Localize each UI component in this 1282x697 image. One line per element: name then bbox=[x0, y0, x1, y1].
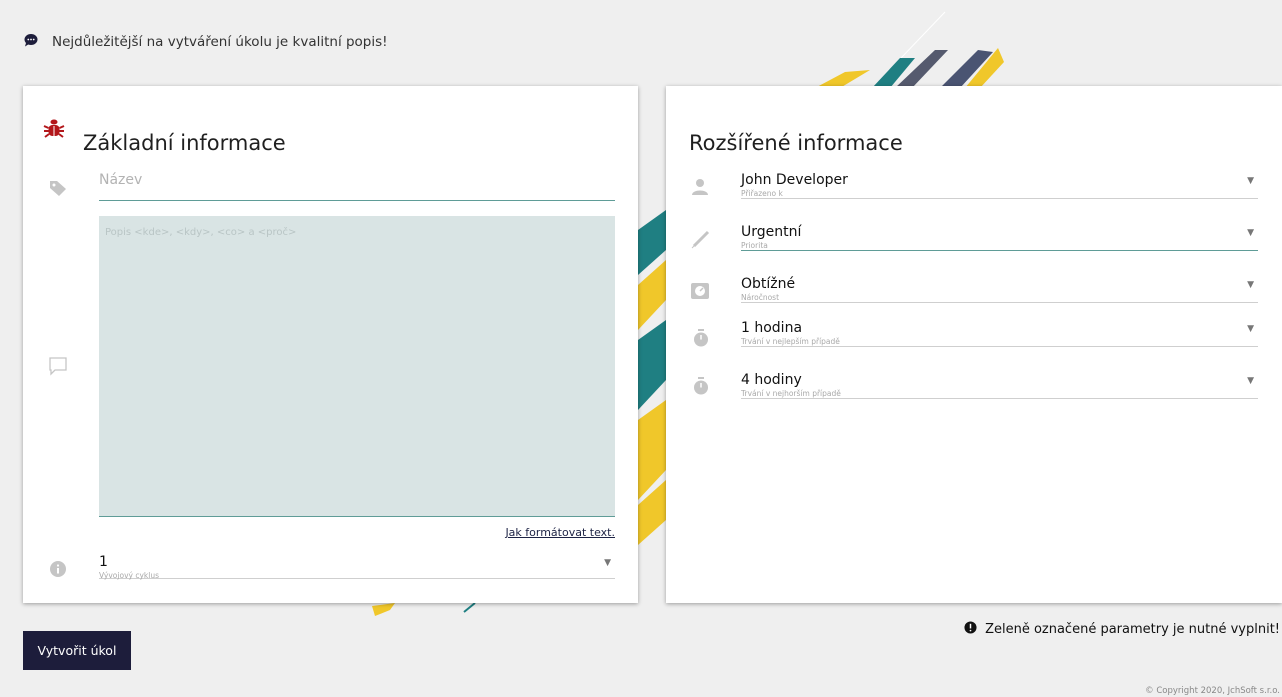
basic-info-card: Základní informace Jak formátovat text. … bbox=[23, 86, 638, 603]
tip-banner: Nejdůležitější na vytváření úkolu je kva… bbox=[24, 33, 388, 51]
chevron-down-icon[interactable]: ▼ bbox=[1247, 280, 1254, 290]
worst-case-duration-select[interactable]: 4 hodiny Trvání v nejhorším případě ▼ bbox=[741, 372, 1258, 399]
task-name-input[interactable] bbox=[99, 168, 615, 188]
user-icon bbox=[691, 178, 709, 196]
extended-info-card: Rozšířené informace John Developer Přiřa… bbox=[666, 86, 1282, 603]
priority-select[interactable]: Urgentní Priorita ▼ bbox=[741, 224, 1258, 251]
difficulty-label: Náročnost bbox=[741, 293, 780, 302]
assignee-select[interactable]: John Developer Přiřazeno k ▼ bbox=[741, 172, 1258, 199]
tip-text: Nejdůležitější na vytváření úkolu je kva… bbox=[52, 34, 388, 50]
best-case-duration-select[interactable]: 1 hodina Trvání v nejlepším případě ▼ bbox=[741, 320, 1258, 347]
chevron-down-icon[interactable]: ▼ bbox=[1247, 376, 1254, 386]
comment-icon bbox=[48, 356, 68, 376]
chevron-down-icon[interactable]: ▼ bbox=[1247, 228, 1254, 238]
best-case-value: 1 hodina bbox=[741, 320, 803, 336]
tag-icon bbox=[49, 179, 67, 197]
chat-bubble-icon bbox=[24, 33, 38, 51]
difficulty-select[interactable]: Obtížné Náročnost ▼ bbox=[741, 276, 1258, 303]
gauge-icon bbox=[690, 281, 710, 301]
description-field[interactable] bbox=[99, 216, 615, 517]
best-case-label: Trvání v nejlepším případě bbox=[741, 337, 840, 346]
difficulty-value: Obtížné bbox=[741, 276, 796, 292]
description-textarea[interactable] bbox=[99, 216, 615, 516]
copyright-text: © Copyright 2020, JchSoft s.r.o. bbox=[1145, 686, 1280, 696]
priority-label: Priorita bbox=[741, 241, 768, 250]
chevron-down-icon[interactable]: ▼ bbox=[1247, 324, 1254, 334]
required-fields-note: Zeleně označené parametry je nutné vypln… bbox=[964, 621, 1280, 638]
assignee-label: Přiřazeno k bbox=[741, 189, 783, 198]
syringe-icon bbox=[691, 229, 711, 249]
worst-case-label: Trvání v nejhorším případě bbox=[741, 389, 841, 398]
dev-cycle-select[interactable]: 1 Vývojový cyklus ▼ bbox=[99, 554, 615, 580]
create-task-button[interactable]: Vytvořit úkol bbox=[23, 631, 131, 670]
stopwatch-icon bbox=[693, 329, 709, 347]
basic-info-title: Základní informace bbox=[83, 131, 286, 156]
info-icon bbox=[49, 560, 67, 578]
assignee-value: John Developer bbox=[741, 172, 848, 188]
worst-case-value: 4 hodiny bbox=[741, 372, 802, 388]
task-name-field[interactable] bbox=[99, 168, 615, 201]
bug-icon bbox=[43, 117, 65, 139]
extended-info-title: Rozšířené informace bbox=[689, 131, 903, 156]
chevron-down-icon[interactable]: ▼ bbox=[1247, 176, 1254, 186]
dev-cycle-label: Vývojový cyklus bbox=[99, 571, 159, 580]
dev-cycle-value: 1 bbox=[99, 554, 108, 570]
exclamation-icon bbox=[964, 621, 977, 638]
required-note-text: Zeleně označené parametry je nutné vypln… bbox=[985, 622, 1280, 637]
stopwatch-icon bbox=[693, 377, 709, 395]
priority-value: Urgentní bbox=[741, 224, 802, 240]
formatting-help-link[interactable]: Jak formátovat text. bbox=[505, 526, 615, 539]
chevron-down-icon[interactable]: ▼ bbox=[604, 558, 611, 568]
